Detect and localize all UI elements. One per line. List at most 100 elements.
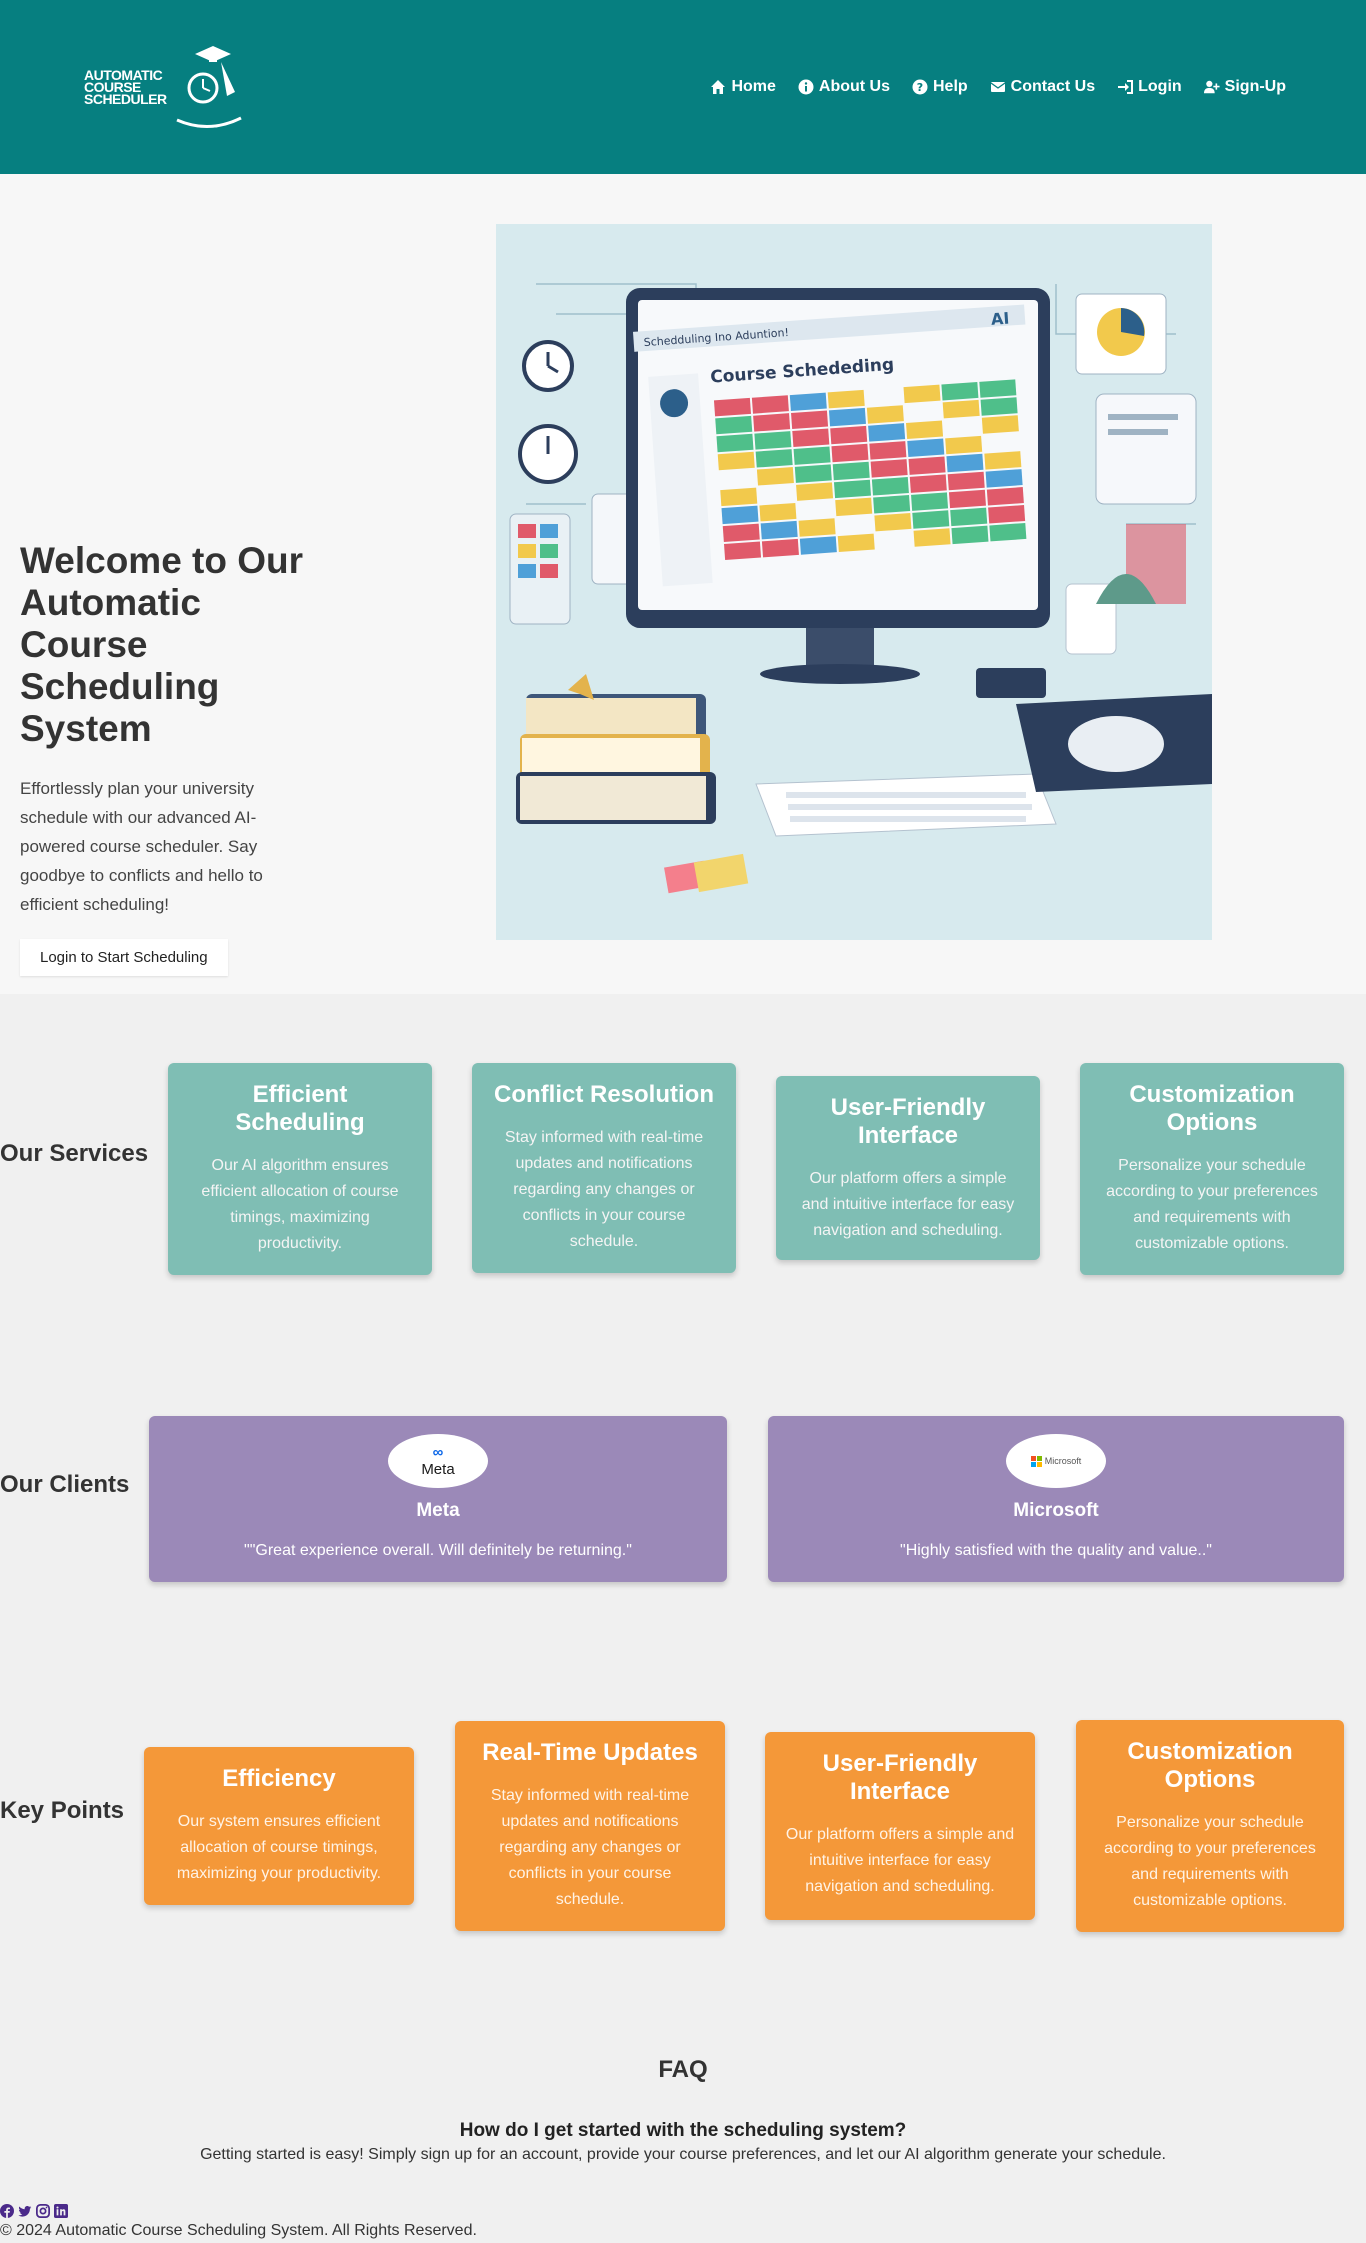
key-point-text: Our platform offers a simple and intuiti… xyxy=(785,1826,1015,1895)
illustration-grid-cell xyxy=(985,469,1023,488)
service-card-conflict-resolution: Conflict Resolution Stay informed with r… xyxy=(472,1063,736,1273)
hero-title: Welcome to Our Automatic Course Scheduli… xyxy=(20,540,304,749)
illustration-grid-cell xyxy=(870,459,908,478)
user-plus-icon xyxy=(1203,80,1220,94)
illustration-grid-cell xyxy=(828,407,866,427)
microsoft-logo-text: Microsoft xyxy=(1044,1456,1082,1466)
key-point-text: Stay informed with real-time updates and… xyxy=(490,1787,690,1908)
login-icon xyxy=(1118,80,1134,94)
key-point-title: Real-Time Updates xyxy=(482,1739,698,1766)
illustration-grid-cell xyxy=(908,456,946,475)
service-card-title: User-Friendly Interface xyxy=(830,1094,986,1149)
illustration-grid-cell xyxy=(941,381,979,401)
client-quote: "Highly satisfied with the quality and v… xyxy=(900,1542,1212,1559)
illustration-grid-cell xyxy=(724,541,762,560)
illustration-grid-cell xyxy=(789,392,827,412)
illustration-grid-cell xyxy=(794,464,832,483)
illustration-grid-cell xyxy=(912,510,950,529)
nav-sign-up[interactable]: Sign-Up xyxy=(1203,78,1286,96)
logo[interactable]: AUTOMATIC COURSE SCHEDULER xyxy=(84,42,245,132)
illustration-grid-cell xyxy=(983,433,1021,452)
illustration-grid-cell xyxy=(980,397,1018,416)
illustration-grid-cell xyxy=(715,415,753,435)
social-links xyxy=(0,2204,477,2218)
illustration-ai-badge: AI xyxy=(990,309,1010,329)
service-card-user-friendly-interface: User-Friendly Interface Our platform off… xyxy=(776,1076,1040,1260)
site-header: AUTOMATIC COURSE SCHEDULER Home About Us… xyxy=(0,0,1366,174)
microsoft-logo: Microsoft xyxy=(1006,1434,1106,1488)
illustration-grid-cell xyxy=(868,423,906,442)
hero-illustration: Schedduling Ino Aduntion! AI Course Sche… xyxy=(496,224,1212,940)
key-point-card-user-friendly-interface: User-Friendly Interface Our platform off… xyxy=(765,1732,1035,1920)
illustration-grid-cell xyxy=(792,428,830,447)
illustration-grid-cell xyxy=(913,528,951,547)
client-quote: ""Great experience overall. Will definit… xyxy=(244,1542,632,1559)
nav-about-us[interactable]: About Us xyxy=(798,78,890,96)
illustration-grid-cell xyxy=(951,525,989,545)
home-icon xyxy=(711,80,726,94)
service-card-title: Efficient Scheduling xyxy=(235,1081,365,1136)
illustration-grid-cell xyxy=(722,523,760,543)
illustration-grid-cell xyxy=(799,536,837,555)
illustration-grid-cell xyxy=(945,435,983,455)
illustration-grid-cell xyxy=(832,461,870,481)
illustration-grid-cell xyxy=(716,433,754,453)
services-title: Our Services xyxy=(0,1140,149,1167)
illustration-grid-cell xyxy=(911,492,949,511)
illustration-grid-cell xyxy=(948,489,986,509)
illustration-grid-cell xyxy=(988,505,1026,524)
illustration-grid-cell xyxy=(758,485,796,504)
main-nav: Home About Us ? Help Contact Us Login Si… xyxy=(710,78,1286,96)
nav-contact-us[interactable]: Contact Us xyxy=(990,78,1095,96)
key-point-text: Personalize your schedule according to y… xyxy=(1104,1814,1316,1909)
nav-home-label: Home xyxy=(731,78,776,95)
illustration-grid-cell xyxy=(903,384,941,404)
hero-text: Welcome to Our Automatic Course Scheduli… xyxy=(20,540,310,976)
client-card-meta: ∞ Meta Meta ""Great experience overall. … xyxy=(149,1416,727,1582)
illustration-grid-cell xyxy=(981,415,1019,434)
illustration-grid-cell xyxy=(753,413,791,432)
nav-home[interactable]: Home xyxy=(710,78,776,96)
linkedin-icon[interactable] xyxy=(54,2204,68,2218)
footer: © 2024 Automatic Course Scheduling Syste… xyxy=(0,2204,477,2240)
key-point-card-customization-options: Customization Options Personalize your s… xyxy=(1076,1720,1344,1932)
clock-graduation-cap-icon xyxy=(176,46,242,129)
illustration-grid-cell xyxy=(874,512,912,532)
key-point-card-efficiency: Efficiency Our system ensures efficient … xyxy=(144,1747,414,1905)
service-card-text: Our AI algorithm ensures efficient alloc… xyxy=(201,1157,399,1252)
illustration-grid-cell xyxy=(909,474,947,493)
illustration-grid-cell xyxy=(984,451,1022,470)
nav-help[interactable]: ? Help xyxy=(912,78,968,96)
meta-logo: ∞ Meta xyxy=(388,1434,488,1488)
illustration-grid-cell xyxy=(979,379,1017,398)
illustration-grid-cell xyxy=(904,402,942,422)
instagram-icon[interactable] xyxy=(36,2204,50,2218)
key-points-title: Key Points xyxy=(0,1797,125,1824)
envelope-icon xyxy=(990,82,1006,92)
info-icon xyxy=(798,79,814,95)
illustration-grid-cell xyxy=(791,410,829,429)
key-point-title: Customization Options xyxy=(1127,1738,1293,1793)
illustration-grid-cell xyxy=(873,495,911,514)
illustration-grid-cell xyxy=(942,399,980,419)
copyright-text: © 2024 Automatic Course Scheduling Syste… xyxy=(0,2222,477,2239)
illustration-grid-cell xyxy=(797,500,835,519)
twitter-icon[interactable] xyxy=(18,2204,32,2218)
illustration-grid-cell xyxy=(866,405,904,424)
services-section: Our Services Efficient Scheduling Our AI… xyxy=(0,994,1366,1394)
nav-contact-label: Contact Us xyxy=(1010,78,1096,95)
nav-help-label: Help xyxy=(933,78,968,95)
computer-scheduling-illustration: Schedduling Ino Aduntion! AI Course Sche… xyxy=(496,224,1212,940)
login-to-start-button[interactable]: Login to Start Scheduling xyxy=(20,939,228,976)
key-points-section: Key Points Efficiency Our system ensures… xyxy=(0,1694,1366,2074)
nav-login[interactable]: Login xyxy=(1117,78,1182,96)
facebook-icon[interactable] xyxy=(0,2204,14,2218)
faq-question: How do I get started with the scheduling… xyxy=(459,2120,907,2141)
illustration-grid-cell xyxy=(833,479,871,499)
key-point-title: User-Friendly Interface xyxy=(822,1750,978,1805)
service-card-efficient-scheduling: Efficient Scheduling Our AI algorithm en… xyxy=(168,1063,432,1275)
illustration-grid-cell xyxy=(713,397,751,417)
illustration-grid-cell xyxy=(943,417,981,437)
nav-about-label: About Us xyxy=(818,78,890,95)
svg-text:?: ? xyxy=(917,81,923,94)
